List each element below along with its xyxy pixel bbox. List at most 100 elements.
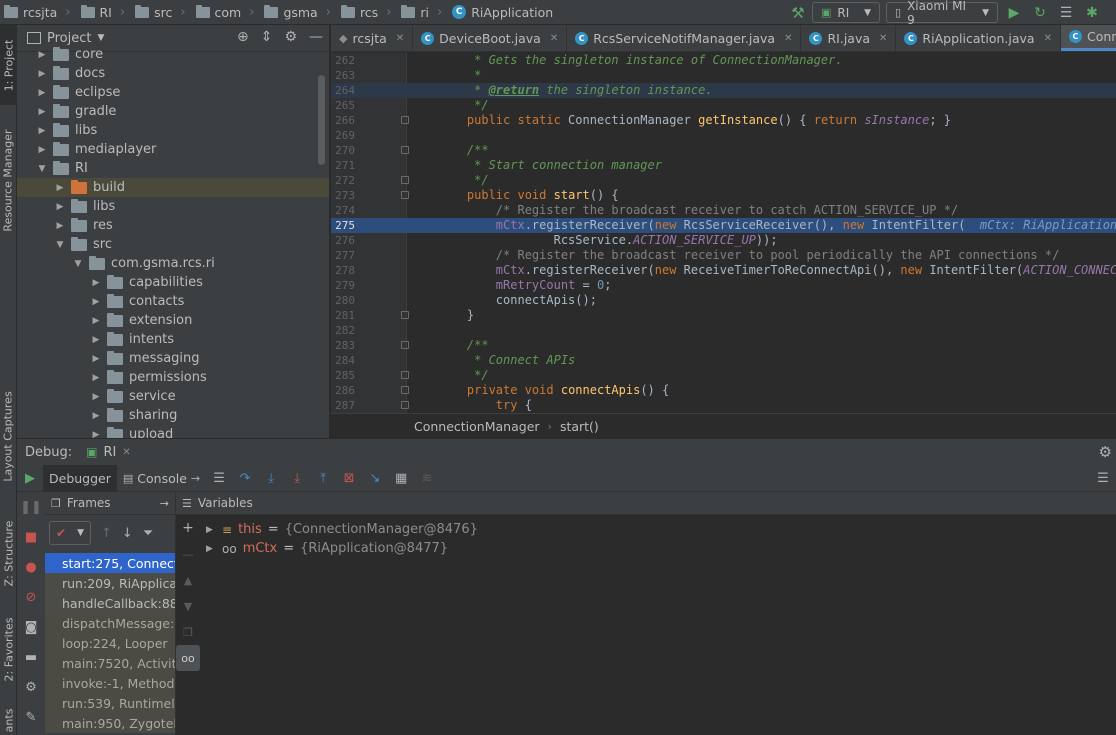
code-text[interactable]: *: [438, 68, 481, 83]
code-text[interactable]: * Connect APIs: [438, 353, 575, 368]
mute-breakpoints-icon[interactable]: ⊘: [17, 582, 45, 612]
code-text[interactable]: RcsService.ACTION_SERVICE_UP));: [438, 233, 778, 248]
code-line[interactable]: 264 * @return the singleton instance.: [331, 83, 1116, 98]
scrollbar-thumb[interactable]: [318, 75, 325, 165]
breadcrumb-ri[interactable]: ri ›: [397, 0, 448, 25]
chevron-right-icon[interactable]: ▶: [206, 525, 216, 535]
fold-toggle-icon[interactable]: [401, 371, 409, 379]
tool-tab-layout-captures[interactable]: Layout Captures: [0, 381, 17, 491]
stack-frame[interactable]: invoke:-1, Method: [45, 673, 175, 693]
chevron-right-icon[interactable]: ▶: [89, 297, 103, 307]
code-text[interactable]: mRetryCount = 0;: [438, 278, 612, 293]
apply-changes-icon[interactable]: ↻: [1030, 3, 1050, 23]
run-config-select[interactable]: ▣ RI ▼: [812, 2, 880, 23]
stack-frame[interactable]: main:7520, Activity: [45, 653, 175, 673]
tab-debugger[interactable]: Debugger: [43, 464, 117, 492]
tree-item[interactable]: ▼ RI: [17, 159, 329, 178]
line-number[interactable]: 273: [331, 188, 355, 203]
debug-icon[interactable]: ✱: [1082, 3, 1102, 23]
chevron-right-icon[interactable]: ▶: [35, 107, 49, 117]
tree-item[interactable]: ▶ docs: [17, 64, 329, 83]
code-text[interactable]: /**: [438, 143, 489, 158]
tree-item[interactable]: ▶ permissions: [17, 368, 329, 387]
chevron-right-icon[interactable]: ▶: [35, 126, 49, 136]
code-line[interactable]: 279 mRetryCount = 0;: [331, 278, 1116, 293]
tree-item[interactable]: ▶ extension: [17, 311, 329, 330]
close-icon[interactable]: ✕: [396, 33, 404, 44]
run-icon[interactable]: ▶: [1004, 3, 1024, 23]
code-line[interactable]: 276 RcsService.ACTION_SERVICE_UP));: [331, 233, 1116, 248]
tool-tab-structure[interactable]: Z: Structure: [0, 513, 17, 593]
code-line[interactable]: 273 public void start() {: [331, 188, 1116, 203]
tree-item[interactable]: ▶ libs: [17, 197, 329, 216]
remove-watch-icon[interactable]: —: [176, 541, 200, 567]
gear-icon[interactable]: ⚙: [17, 672, 45, 702]
line-number[interactable]: 286: [331, 383, 355, 398]
line-number[interactable]: 278: [331, 263, 355, 278]
tree-item[interactable]: ▶ service: [17, 387, 329, 406]
view-breakpoints-icon[interactable]: ●: [17, 552, 45, 582]
breadcrumb-rcs[interactable]: rcs ›: [337, 0, 397, 25]
code-line[interactable]: 285 */: [331, 368, 1116, 383]
device-select[interactable]: ▯ Xiaomi MI 9 ▼: [886, 0, 998, 27]
close-icon[interactable]: ✕: [879, 33, 887, 44]
pin-icon[interactable]: ✎: [17, 702, 45, 732]
code-line[interactable]: 280 connectApis();: [331, 293, 1116, 308]
code-text[interactable]: private void connectApis() {: [438, 383, 669, 398]
chevron-down-icon[interactable]: ▼: [97, 33, 104, 43]
evaluate-expression-icon[interactable]: ▦: [388, 465, 414, 492]
chevron-right-icon[interactable]: ▶: [206, 544, 216, 554]
filter-icon[interactable]: ⏷: [143, 526, 153, 541]
stack-frame[interactable]: run:209, RiApplica: [45, 573, 175, 593]
breadcrumb-class[interactable]: ConnectionManager: [414, 419, 540, 434]
code-line[interactable]: 284 * Connect APIs: [331, 353, 1116, 368]
breadcrumb-method[interactable]: start(): [560, 419, 599, 434]
chevron-right-icon[interactable]: ▶: [89, 430, 103, 439]
breadcrumb-class[interactable]: C RiApplication: [448, 0, 553, 25]
close-icon[interactable]: ✕: [122, 447, 130, 458]
project-view-selector[interactable]: Project: [47, 31, 91, 46]
tab-deviceboot[interactable]: C DeviceBoot.java ✕: [413, 25, 568, 51]
code-area[interactable]: 262 * Gets the singleton instance of Con…: [331, 53, 1116, 413]
stack-frame[interactable]: loop:224, Looper: [45, 633, 175, 653]
code-line[interactable]: 266 public static ConnectionManager getI…: [331, 113, 1116, 128]
line-number[interactable]: 285: [331, 368, 355, 383]
chevron-right-icon[interactable]: ▶: [35, 88, 49, 98]
chevron-right-icon[interactable]: ▶: [53, 202, 67, 212]
chevron-right-icon[interactable]: ▶: [89, 411, 103, 421]
tree-item[interactable]: ▶ upload: [17, 425, 329, 439]
code-line[interactable]: 263 *: [331, 68, 1116, 83]
variable-row[interactable]: ▶ oo mCtx = {RiApplication@8477}: [206, 539, 448, 558]
tool-tab-resource-manager[interactable]: Resource Manager: [0, 115, 17, 245]
move-up-icon[interactable]: ▲: [176, 567, 200, 593]
chevron-down-icon[interactable]: ▼: [35, 164, 49, 174]
code-text[interactable]: /**: [438, 338, 489, 353]
breadcrumb-module[interactable]: RI ›: [77, 0, 132, 25]
code-line[interactable]: 271 * Start connection manager: [331, 158, 1116, 173]
line-number[interactable]: 271: [331, 158, 355, 173]
step-into-icon[interactable]: ⤓: [258, 465, 284, 492]
code-line[interactable]: 281 }: [331, 308, 1116, 323]
line-number[interactable]: 270: [331, 143, 355, 158]
line-number[interactable]: 283: [331, 338, 355, 353]
thread-select[interactable]: ✔ ▼: [49, 521, 91, 545]
chevron-right-icon[interactable]: ▶: [89, 316, 103, 326]
execution-line[interactable]: 275 mCtx.registerReceiver(new RcsService…: [331, 218, 1116, 233]
close-icon[interactable]: ✕: [784, 33, 792, 44]
fold-toggle-icon[interactable]: [401, 146, 409, 154]
chevron-right-icon[interactable]: ▶: [89, 278, 103, 288]
line-number[interactable]: 263: [331, 68, 355, 83]
show-execution-point-icon[interactable]: ☰: [206, 465, 232, 492]
tree-item[interactable]: ▶ libs: [17, 121, 329, 140]
code-text[interactable]: * @return the singleton instance.: [438, 83, 712, 98]
line-number[interactable]: 281: [331, 308, 355, 323]
list-icon[interactable]: ☰: [1056, 3, 1076, 23]
chevron-right-icon[interactable]: ▶: [35, 145, 49, 155]
fold-toggle-icon[interactable]: [401, 116, 409, 124]
tree-item[interactable]: ▶ eclipse: [17, 83, 329, 102]
line-number[interactable]: 274: [331, 203, 355, 218]
step-over-icon[interactable]: ↷: [232, 465, 258, 492]
duplicate-icon[interactable]: ❐: [176, 619, 200, 645]
line-number[interactable]: 279: [331, 278, 355, 293]
code-text[interactable]: connectApis();: [438, 293, 597, 308]
